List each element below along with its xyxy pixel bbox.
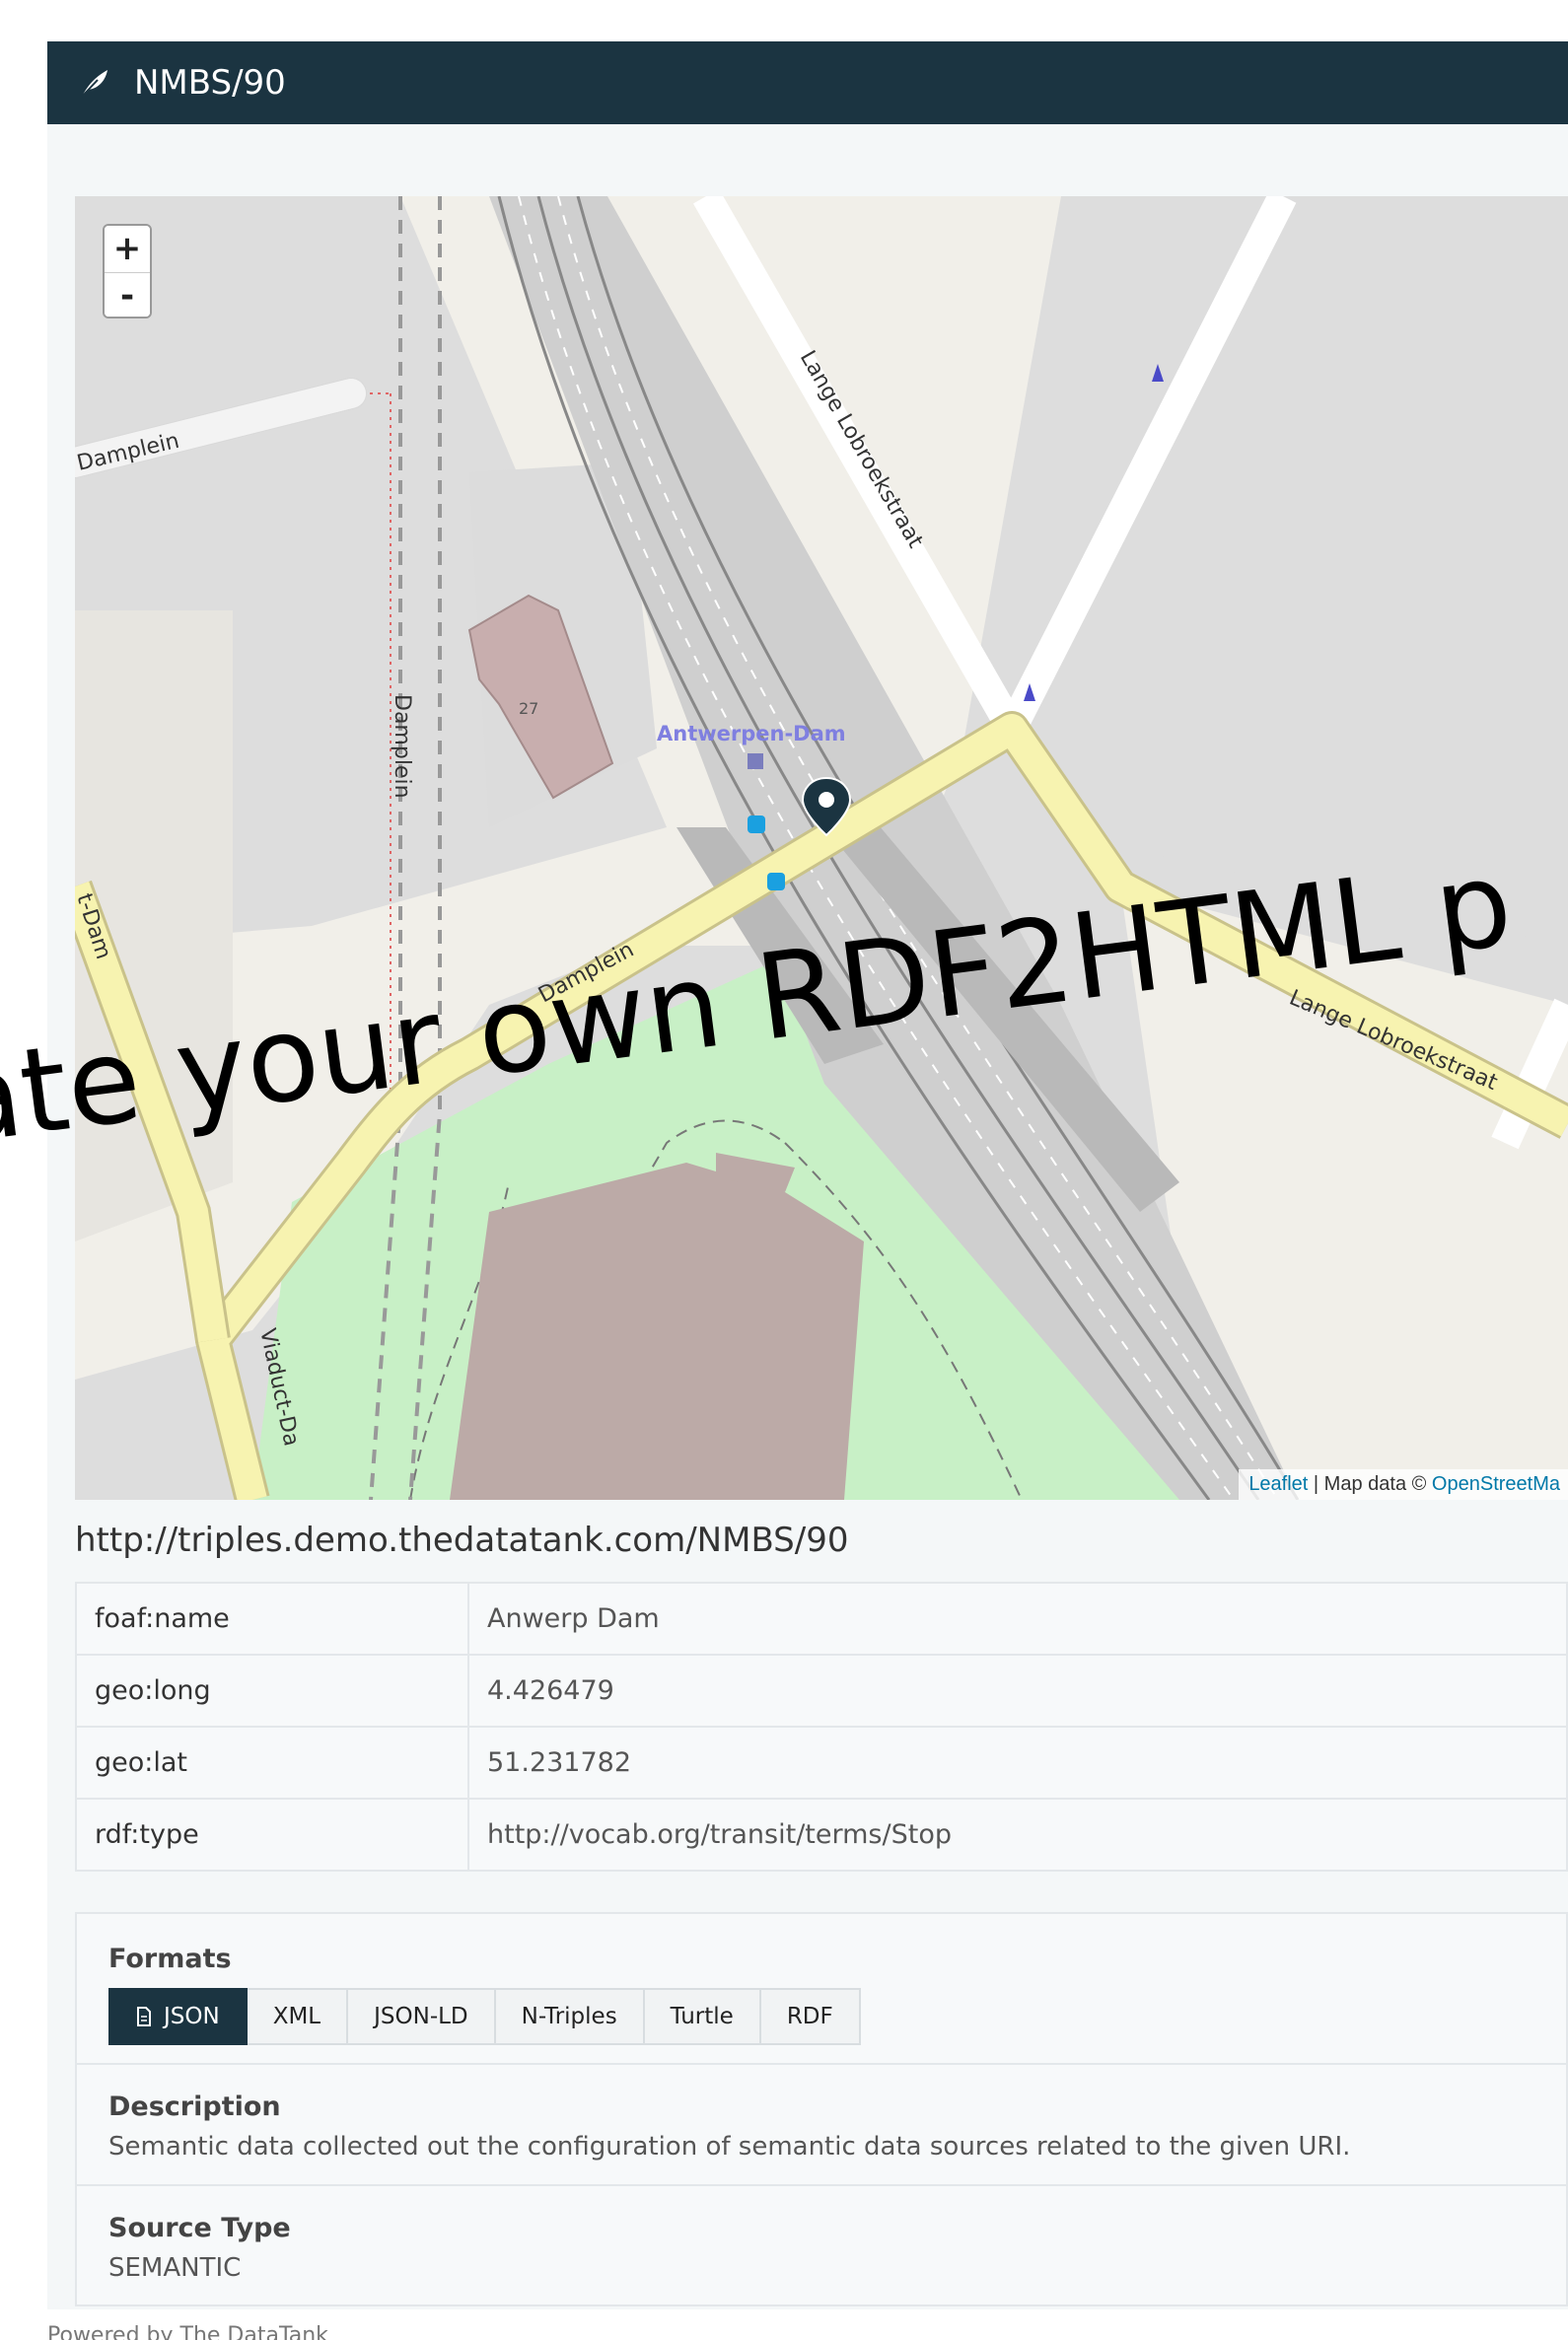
osm-link[interactable]: OpenStreetMa xyxy=(1432,1473,1560,1495)
property-row: foaf:name Anwerp Dam xyxy=(75,1582,1568,1656)
resource-uri: http://triples.demo.thedatatank.com/NMBS… xyxy=(75,1521,849,1560)
format-label: XML xyxy=(272,2004,321,2029)
format-button-xml[interactable]: XML xyxy=(247,1988,349,2045)
format-button-turtle[interactable]: Turtle xyxy=(644,1988,761,2045)
property-row: rdf:type http://vocab.org/transit/terms/S… xyxy=(75,1798,1568,1872)
leaflet-link[interactable]: Leaflet xyxy=(1248,1473,1308,1495)
property-key: foaf:name xyxy=(75,1582,469,1656)
source-type-title: Source Type xyxy=(108,2213,291,2243)
page-title[interactable]: NMBS/90 xyxy=(134,63,286,103)
source-type-text: SEMANTIC xyxy=(108,2253,242,2283)
format-label: JSON xyxy=(164,2004,220,2029)
property-value: 51.231782 xyxy=(467,1726,1568,1800)
format-label: N-Triples xyxy=(521,2004,617,2029)
format-button-json[interactable]: JSON xyxy=(108,1988,248,2045)
format-button-group: JSON XML JSON-LD N-Triples Turtle RDF xyxy=(108,1988,861,2045)
document-icon xyxy=(136,2007,152,2026)
property-key: rdf:type xyxy=(75,1798,469,1872)
info-panel: Formats JSON XML JSON-LD N-Triples Turtle RDF… xyxy=(75,1912,1568,2306)
format-label: RDF xyxy=(786,2004,833,2029)
attribution-text: | Map data © xyxy=(1308,1473,1432,1495)
feather-icon[interactable] xyxy=(77,65,112,101)
properties-table: foaf:name Anwerp Dam geo:long 4.426479 geo:l… xyxy=(75,1582,1568,1872)
source-type-section: Source Type SEMANTIC xyxy=(108,2213,291,2283)
format-button-json-ld[interactable]: JSON-LD xyxy=(348,1988,496,2045)
map-view[interactable]: Damplein Damplein Damplein Lange Lobroek… xyxy=(75,196,1568,1500)
zoom-out-button[interactable]: - xyxy=(105,272,150,317)
description-section: Description Semantic data collected out … xyxy=(108,2092,1350,2162)
divider xyxy=(77,2184,1566,2186)
map-attribution: Leaflet | Map data © OpenStreetMa xyxy=(1239,1469,1568,1500)
map-building-label: 27 xyxy=(519,699,538,718)
top-navbar: NMBS/90 xyxy=(47,41,1568,124)
format-label: Turtle xyxy=(670,2004,734,2029)
format-button-n-triples[interactable]: N-Triples xyxy=(495,1988,645,2045)
property-value: Anwerp Dam xyxy=(467,1582,1568,1656)
format-label: JSON-LD xyxy=(374,2004,468,2029)
map-tiles[interactable]: Damplein Damplein Damplein Lange Lobroek… xyxy=(75,196,1568,1500)
property-value: 4.426479 xyxy=(467,1654,1568,1728)
format-button-rdf[interactable]: RDF xyxy=(760,1988,861,2045)
property-key: geo:lat xyxy=(75,1726,469,1800)
page: NMBS/90 Damplein Damplein Damplein Lange… xyxy=(47,41,1568,2309)
footer: Powered by The DataTank xyxy=(47,2323,328,2340)
map-station-label: Antwerpen-Dam xyxy=(657,722,846,745)
formats-title: Formats xyxy=(108,1944,232,1974)
property-row: geo:lat 51.231782 xyxy=(75,1726,1568,1800)
zoom-in-button[interactable]: + xyxy=(105,226,150,272)
property-key: geo:long xyxy=(75,1654,469,1728)
property-row: geo:long 4.426479 xyxy=(75,1654,1568,1728)
divider xyxy=(77,2063,1566,2065)
property-value: http://vocab.org/transit/terms/Stop xyxy=(467,1798,1568,1872)
map-label: Damplein xyxy=(390,694,414,799)
description-title: Description xyxy=(108,2092,281,2122)
formats-section: Formats JSON XML JSON-LD N-Triples Turtle RDF xyxy=(108,1944,861,2045)
zoom-control: + - xyxy=(103,224,152,319)
description-text: Semantic data collected out the configur… xyxy=(108,2132,1351,2162)
